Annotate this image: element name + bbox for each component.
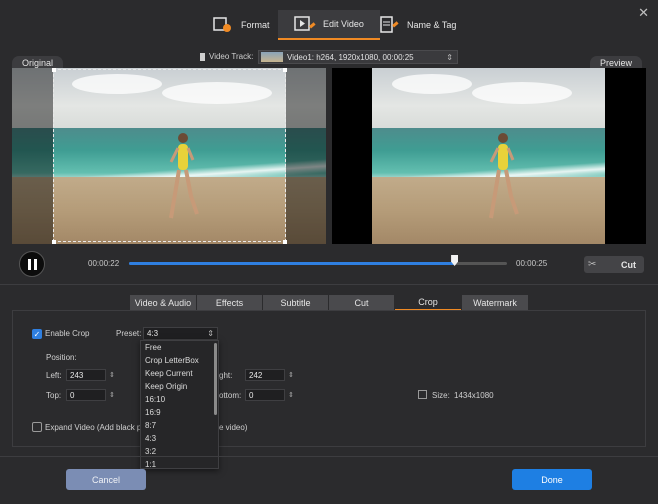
divider	[0, 284, 658, 285]
size-label: Size:	[432, 391, 450, 400]
expand-video-label: Expand Video (Add black pac	[45, 423, 150, 432]
top-value: 0	[70, 390, 75, 400]
preview-frame	[372, 68, 605, 244]
preset-option[interactable]: Keep Origin	[141, 380, 218, 393]
chevron-updown-icon: ⇕	[207, 329, 214, 338]
video-track-label-group: Video Track:	[200, 52, 253, 61]
tab-format[interactable]: Format	[212, 10, 270, 40]
video-track-value: Video1: h264, 1920x1080, 00:00:25	[287, 52, 414, 62]
crop-mask-left	[12, 68, 53, 244]
enable-crop-checkbox[interactable]: ✓	[32, 329, 42, 339]
pause-icon	[27, 258, 31, 270]
done-button[interactable]: Done	[512, 469, 592, 490]
dropdown-scrollbar[interactable]	[214, 343, 217, 415]
stepper-icon[interactable]: ⇕	[288, 370, 294, 382]
close-icon[interactable]: ✕	[638, 5, 649, 21]
right-value: 242	[249, 370, 263, 380]
stepper-icon[interactable]: ⇕	[288, 390, 294, 402]
preset-value: 4:3	[147, 329, 159, 338]
tab-edit-video[interactable]: Edit Video	[278, 10, 380, 40]
position-label: Position:	[46, 353, 77, 362]
preset-option[interactable]: Keep Current	[141, 367, 218, 380]
bottom-label: ottom:	[219, 391, 242, 400]
bottom-value: 0	[249, 390, 254, 400]
right-label: ght:	[219, 371, 233, 380]
preview-video	[332, 68, 646, 244]
preset-option[interactable]: Free	[141, 341, 218, 354]
size-value: 1434x1080	[454, 391, 494, 400]
end-time: 00:00:25	[516, 259, 548, 268]
cancel-button[interactable]: Cancel	[66, 469, 146, 490]
preset-option[interactable]: Crop LetterBox	[141, 354, 218, 367]
pause-icon-bar	[33, 258, 37, 270]
crop-handle[interactable]	[283, 240, 287, 244]
video-thumbnail	[261, 52, 283, 62]
seek-progress	[129, 262, 455, 265]
preset-option[interactable]: 16:9	[141, 406, 218, 419]
pause-button[interactable]	[19, 251, 45, 277]
subtab-effects[interactable]: Effects	[197, 295, 262, 310]
preset-option[interactable]: 1:1	[141, 458, 218, 471]
stepper-icon[interactable]: ⇕	[109, 370, 115, 382]
subtab-subtitle[interactable]: Subtitle	[263, 295, 328, 310]
format-icon	[212, 16, 234, 34]
check-icon: ✓	[33, 329, 41, 339]
size-icon	[418, 390, 427, 399]
tab-format-label: Format	[241, 20, 270, 30]
enable-crop-label: Enable Crop	[45, 329, 90, 338]
name-tag-icon	[378, 16, 400, 34]
video-track-select[interactable]: Video1: h264, 1920x1080, 00:00:25 ⇕	[258, 50, 458, 64]
right-input[interactable]: 242 ⇕	[245, 369, 294, 381]
crop-rectangle[interactable]	[53, 69, 286, 242]
top-input[interactable]: 0 ⇕	[66, 389, 115, 401]
video-track-icon	[200, 52, 205, 61]
left-label: Left:	[46, 371, 62, 380]
subtab-video-audio[interactable]: Video & Audio	[130, 295, 196, 310]
preset-option[interactable]: 16:10	[141, 393, 218, 406]
current-time: 00:00:22	[88, 259, 120, 268]
person-figure	[489, 133, 519, 219]
preset-select[interactable]: 4:3 ⇕	[143, 327, 218, 340]
crop-handle[interactable]	[283, 68, 287, 72]
crop-handle[interactable]	[52, 240, 56, 244]
subtab-crop[interactable]: Crop	[395, 295, 461, 310]
tab-name-tag[interactable]: Name & Tag	[378, 10, 456, 40]
tab-name-tag-label: Name & Tag	[407, 20, 457, 30]
divider	[0, 456, 658, 457]
expand-video-label-tail: e video)	[219, 423, 248, 432]
scissors-icon: ✂	[588, 259, 597, 270]
top-label: Top:	[46, 391, 62, 400]
subtab-cut[interactable]: Cut	[329, 295, 394, 310]
subtab-watermark[interactable]: Watermark	[462, 295, 528, 310]
original-video	[12, 68, 326, 244]
left-input[interactable]: 243 ⇕	[66, 369, 115, 381]
seek-bar[interactable]	[129, 255, 507, 266]
chevron-updown-icon: ⇕	[446, 52, 453, 62]
crop-handle[interactable]	[52, 68, 56, 72]
edit-video-icon	[294, 15, 316, 33]
expand-video-checkbox[interactable]	[32, 422, 42, 432]
cut-button-label: Cut	[621, 259, 636, 270]
crop-mask-right	[286, 68, 326, 244]
left-value: 243	[70, 370, 84, 380]
bottom-input[interactable]: 0 ⇕	[245, 389, 294, 401]
video-track-label: Video Track:	[209, 52, 254, 61]
cut-button[interactable]: ✂ Cut	[584, 256, 644, 273]
preset-label: Preset:	[116, 329, 142, 338]
preset-dropdown: Free Crop LetterBox Keep Current Keep Or…	[140, 340, 219, 469]
preset-option[interactable]: 4:3	[141, 432, 218, 445]
preset-option[interactable]: 8:7	[141, 419, 218, 432]
tab-edit-video-label: Edit Video	[323, 19, 364, 29]
stepper-icon[interactable]: ⇕	[109, 390, 115, 402]
